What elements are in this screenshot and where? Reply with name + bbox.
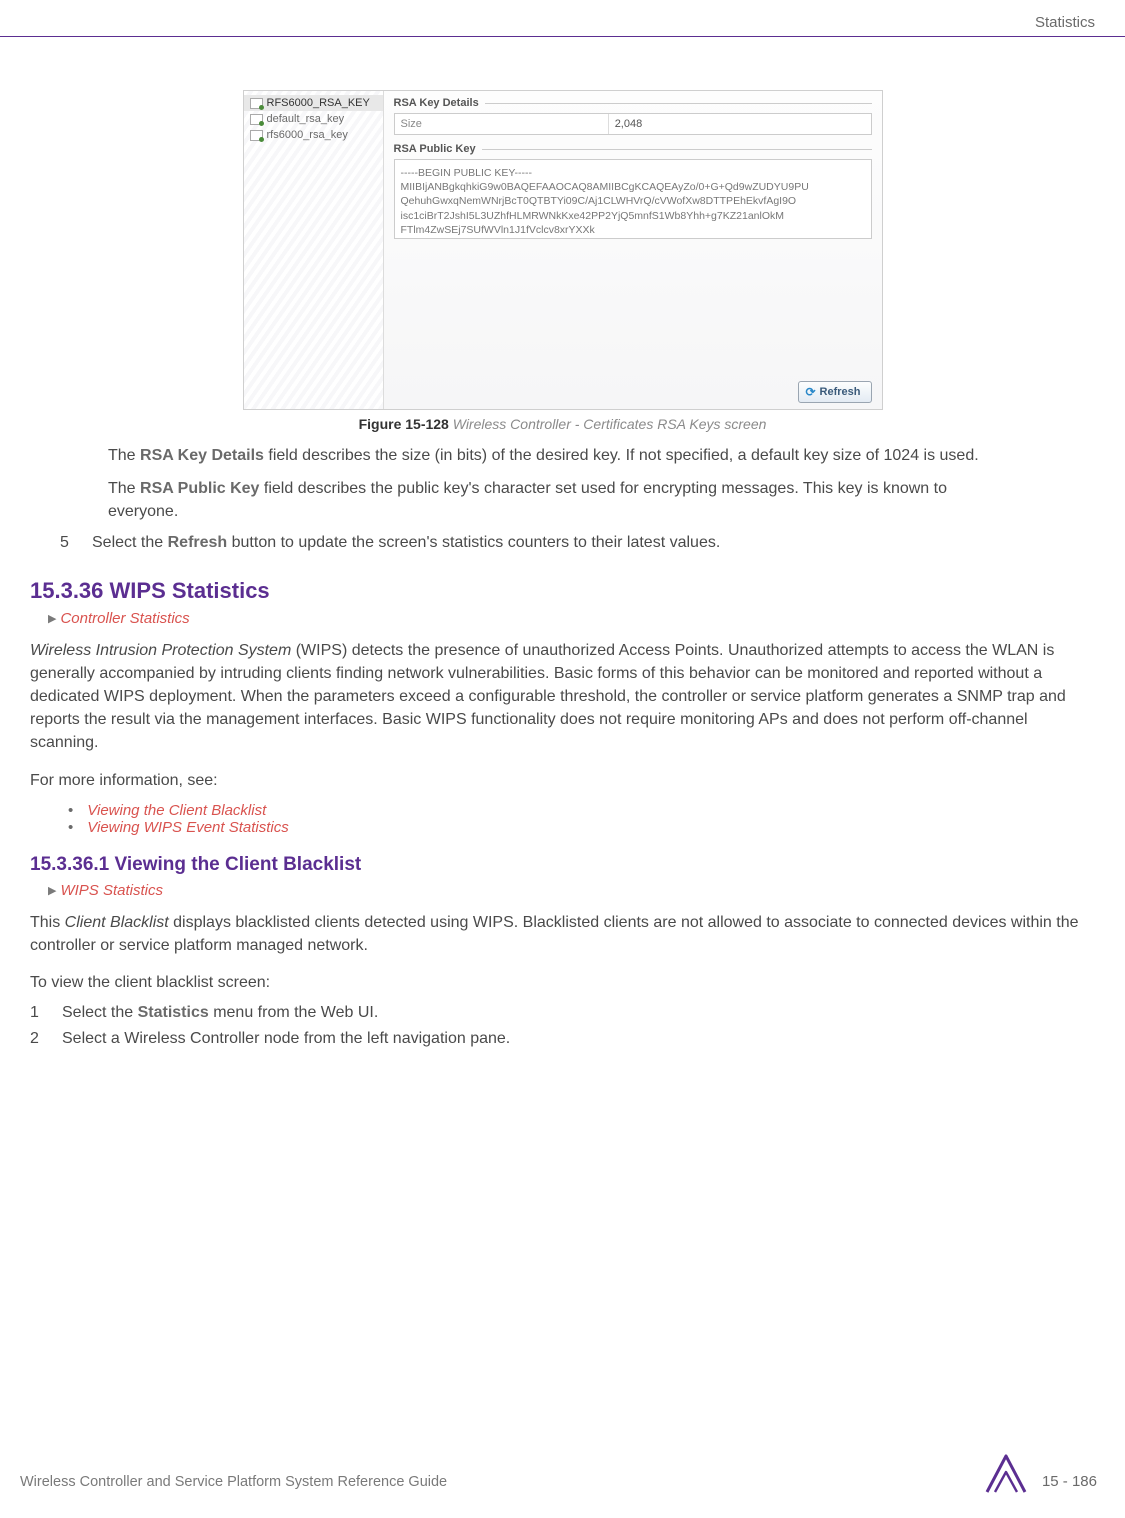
client-step-1: 1 Select the Statistics menu from the We… xyxy=(30,1004,1065,1022)
link-viewing-wips-event-statistics[interactable]: Viewing WIPS Event Statistics xyxy=(87,819,288,836)
key-icon xyxy=(250,98,263,109)
pubkey-line: -----BEGIN PUBLIC KEY----- xyxy=(401,166,865,180)
paragraph-client-blacklist: This Client Blacklist displays blacklist… xyxy=(30,911,1095,957)
refresh-label: Refresh xyxy=(820,386,861,398)
rsa-size-value: 2,048 xyxy=(609,114,871,134)
link-viewing-client-blacklist[interactable]: Viewing the Client Blacklist xyxy=(87,802,266,819)
step-number: 5 xyxy=(60,534,78,552)
rsa-public-key-fieldset: RSA Public Key -----BEGIN PUBLIC KEY----… xyxy=(394,143,872,239)
step-text: Select a Wireless Controller node from t… xyxy=(62,1030,510,1048)
term-rsa-public-key: RSA Public Key xyxy=(140,480,259,497)
term-wips: Wireless Intrusion Protection System xyxy=(30,642,291,659)
rsa-key-label: rfs6000_rsa_key xyxy=(267,129,348,141)
rsa-size-label: Size xyxy=(395,114,609,134)
step-number: 2 xyxy=(30,1030,48,1048)
client-step-2: 2 Select a Wireless Controller node from… xyxy=(30,1030,1065,1048)
term-statistics: Statistics xyxy=(138,1004,209,1021)
rsa-details-pane: RSA Key Details Size 2,048 RSA Public Ke… xyxy=(384,91,882,409)
chevron-right-icon: ▶ xyxy=(48,884,56,897)
figure-caption: Figure 15-128 Wireless Controller - Cert… xyxy=(20,416,1105,432)
step-text: Select the Statistics menu from the Web … xyxy=(62,1004,378,1022)
step-5: 5 Select the Refresh button to update th… xyxy=(60,534,1065,552)
rsa-key-details-title: RSA Key Details xyxy=(394,97,872,109)
rsa-key-label: RFS6000_RSA_KEY xyxy=(267,97,370,109)
chevron-right-icon: ▶ xyxy=(48,612,56,625)
term-client-blacklist: Client Blacklist xyxy=(65,914,169,931)
rsa-size-row: Size 2,048 xyxy=(394,113,872,135)
paragraph-more-info: For more information, see: xyxy=(30,769,1095,792)
paragraph-rsa-public-key: The RSA Public Key field describes the p… xyxy=(108,477,1017,523)
rsa-key-item-1[interactable]: default_rsa_key xyxy=(244,111,383,127)
rsa-key-label: default_rsa_key xyxy=(267,113,345,125)
more-info-list: Viewing the Client Blacklist Viewing WIP… xyxy=(68,802,1095,836)
step-number: 1 xyxy=(30,1004,48,1022)
paragraph-wips-description: Wireless Intrusion Protection System (WI… xyxy=(30,639,1095,755)
term-rsa-key-details: RSA Key Details xyxy=(140,447,264,464)
brand-logo-icon xyxy=(983,1450,1029,1496)
paragraph-rsa-key-details: The RSA Key Details field describes the … xyxy=(108,444,1017,467)
figure-title: Wireless Controller - Certificates RSA K… xyxy=(453,416,767,432)
heading-viewing-client-blacklist: 15.3.36.1 Viewing the Client Blacklist xyxy=(30,854,1095,876)
rsa-key-list: RFS6000_RSA_KEY default_rsa_key rfs6000_… xyxy=(244,91,384,409)
list-item: Viewing the Client Blacklist xyxy=(68,802,1095,819)
rsa-key-item-2[interactable]: rfs6000_rsa_key xyxy=(244,127,383,143)
content-area: RFS6000_RSA_KEY default_rsa_key rfs6000_… xyxy=(0,80,1125,1056)
refresh-icon: ⟳ xyxy=(805,385,815,399)
rsa-public-key-textarea[interactable]: -----BEGIN PUBLIC KEY----- MIIBIjANBgkqh… xyxy=(394,159,872,239)
pubkey-line: isc1ciBrT2JshI5L3UZhfHLMRWNkKxe42PP2YjQ5… xyxy=(401,209,865,223)
breadcrumb-client-blacklist: ▶ WIPS Statistics xyxy=(48,882,1095,899)
key-icon xyxy=(250,130,263,141)
footer-title: Wireless Controller and Service Platform… xyxy=(20,1474,447,1490)
breadcrumb-link-controller-statistics[interactable]: Controller Statistics xyxy=(60,610,189,627)
footer-page-number: 15 - 186 xyxy=(1042,1473,1097,1490)
step-text: Select the Refresh button to update the … xyxy=(92,534,720,552)
rsa-key-details-fieldset: RSA Key Details Size 2,048 xyxy=(394,97,872,135)
pubkey-line: MIIBIjANBgkqhkiG9w0BAQEFAAOCAQ8AMIIBCgKC… xyxy=(401,180,865,194)
rsa-public-key-title: RSA Public Key xyxy=(394,143,872,155)
paragraph-to-view: To view the client blacklist screen: xyxy=(30,971,1095,994)
header-divider xyxy=(0,36,1125,37)
page-footer: Wireless Controller and Service Platform… xyxy=(0,1454,1125,1494)
key-icon xyxy=(250,114,263,125)
term-refresh: Refresh xyxy=(168,534,228,551)
figure-label: Figure 15-128 xyxy=(359,416,449,432)
heading-wips-statistics: 15.3.36 WIPS Statistics xyxy=(30,578,1095,604)
page-header-section: Statistics xyxy=(1035,14,1095,31)
rsa-key-item-0[interactable]: RFS6000_RSA_KEY xyxy=(244,95,383,111)
pubkey-line: QehuhGwxqNemWNrjBcT0QTBTYi09C/Aj1CLWHVrQ… xyxy=(401,194,865,208)
pubkey-line: FTlm4ZwSEj7SUfWVln1J1fVclcv8xrYXXk xyxy=(401,223,865,237)
list-item: Viewing WIPS Event Statistics xyxy=(68,819,1095,836)
breadcrumb-wips: ▶ Controller Statistics xyxy=(48,610,1095,627)
rsa-keys-screen: RFS6000_RSA_KEY default_rsa_key rfs6000_… xyxy=(243,90,883,410)
refresh-button[interactable]: ⟳ Refresh xyxy=(798,381,871,403)
breadcrumb-link-wips-statistics[interactable]: WIPS Statistics xyxy=(60,882,163,899)
